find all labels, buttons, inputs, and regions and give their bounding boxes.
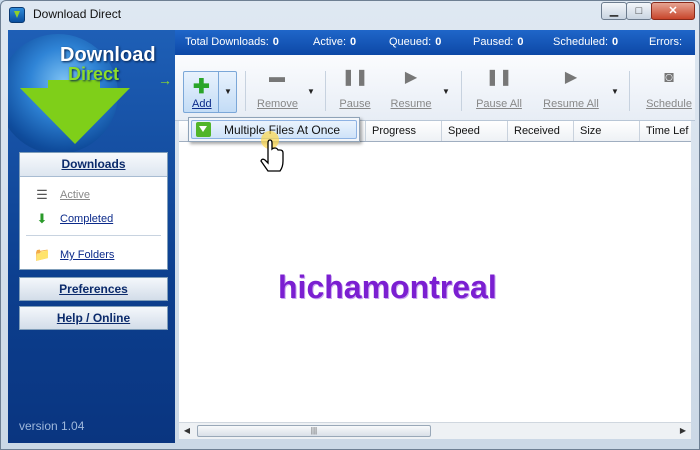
sidebar-item-label: Completed (60, 213, 114, 225)
window-title: Download Direct (33, 7, 122, 21)
stat-queued: Queued: 0 (389, 36, 442, 48)
scroll-right-icon[interactable]: ▶ (677, 425, 689, 437)
play-icon: ▶ (564, 69, 578, 86)
download-arrow-icon (196, 122, 211, 137)
toolbar-separator (629, 71, 630, 111)
column-header-time-left[interactable]: Time Lef (639, 121, 691, 141)
scroll-left-icon[interactable]: ◀ (181, 425, 193, 437)
sidebar-item-my-folders[interactable]: 📁 My Folders (34, 246, 114, 264)
app-icon (9, 7, 25, 23)
panel-divider (26, 235, 161, 236)
chevron-down-icon[interactable]: ▼ (611, 87, 619, 96)
list-icon: ☰ (36, 187, 48, 202)
version-label: version 1.04 (19, 419, 85, 433)
chevron-down-icon[interactable]: ▼ (307, 87, 315, 96)
folder-icon: 📁 (34, 247, 51, 262)
resume-button[interactable]: ▶ Resume (389, 69, 433, 110)
download-arrow-graphic (20, 88, 130, 144)
stat-paused: Paused: 0 (473, 36, 524, 48)
column-header-speed[interactable]: Speed (441, 121, 507, 141)
stat-scheduled: Scheduled: 0 (553, 36, 619, 48)
pause-icon: ❚❚ (485, 69, 513, 86)
minus-icon: ▬ (269, 69, 285, 86)
sidebar-item-label: Active (60, 189, 90, 201)
stat-errors: Errors: (649, 36, 682, 48)
maximize-button[interactable]: □ (626, 2, 652, 20)
clock-icon: ◙ (664, 69, 674, 86)
remove-label: Remove (257, 98, 298, 110)
pause-all-label: Pause All (476, 98, 522, 110)
watermark-text: hichamontreal (278, 269, 497, 305)
pause-button[interactable]: ❚❚ Pause (339, 69, 371, 110)
sidebar-item-completed[interactable]: ⬇ Completed (34, 210, 114, 228)
help-online-button[interactable]: Help / Online (19, 306, 168, 330)
resume-label: Resume (390, 98, 432, 110)
close-button[interactable]: ✕ (651, 2, 695, 20)
split-divider (218, 72, 219, 112)
logo-arrow-icon: → (158, 72, 172, 88)
completed-icon: ⬇ (36, 211, 48, 226)
column-header-progress[interactable]: Progress (365, 121, 441, 141)
resume-all-button[interactable]: ▶ Resume All (541, 69, 601, 110)
sidebar: Download Direct → Downloads ☰ Active ⬇ C… (8, 30, 175, 443)
add-label: Add (192, 98, 212, 110)
stats-bar: Total Downloads: 0 Active: 0 Queued: 0 Paus… (175, 30, 695, 55)
resume-all-label: Resume All (543, 98, 599, 110)
play-icon: ▶ (404, 69, 418, 86)
downloads-panel: Downloads ☰ Active ⬇ Completed 📁 My Fold… (19, 152, 168, 270)
plus-icon: ✚ (193, 76, 210, 98)
hand-cursor-icon (260, 131, 284, 172)
pause-label: Pause (339, 98, 371, 110)
title-bar[interactable]: Download Direct ▁ □ ✕ (1, 1, 699, 29)
stat-active: Active: 0 (313, 36, 357, 48)
sidebar-item-active[interactable]: ☰ Active (34, 186, 90, 204)
column-header-size[interactable]: Size (573, 121, 639, 141)
remove-button[interactable]: ▬ Remove (257, 69, 298, 110)
toolbar: ✚ Add ▼ ▬ Remove ▼ ❚❚ Pause ▶ Resume ▼ ❚… (175, 55, 695, 121)
app-window: Download Direct ▁ □ ✕ Download Direct → … (0, 0, 700, 450)
downloads-header[interactable]: Downloads (20, 153, 167, 177)
logo-text-direct: Direct (68, 64, 120, 84)
toolbar-separator (245, 71, 246, 111)
add-button[interactable]: ✚ Add ▼ (183, 71, 237, 113)
toolbar-separator (325, 71, 326, 111)
horizontal-scrollbar[interactable]: ◀ ||| ▶ (179, 422, 691, 439)
column-header-received[interactable]: Received (507, 121, 573, 141)
minimize-button[interactable]: ▁ (601, 2, 627, 20)
schedule-button[interactable]: ◙ Schedule (643, 69, 695, 110)
toolbar-separator (461, 71, 462, 111)
stat-total: Total Downloads: 0 (185, 36, 279, 48)
chevron-down-icon[interactable]: ▼ (442, 87, 450, 96)
preferences-button[interactable]: Preferences (19, 277, 168, 301)
schedule-label: Schedule (646, 98, 692, 110)
scroll-thumb[interactable]: ||| (197, 425, 431, 437)
pause-all-button[interactable]: ❚❚ Pause All (475, 69, 523, 110)
chevron-down-icon[interactable]: ▼ (224, 87, 232, 96)
sidebar-item-label: My Folders (60, 249, 115, 261)
pause-icon: ❚❚ (341, 69, 369, 86)
